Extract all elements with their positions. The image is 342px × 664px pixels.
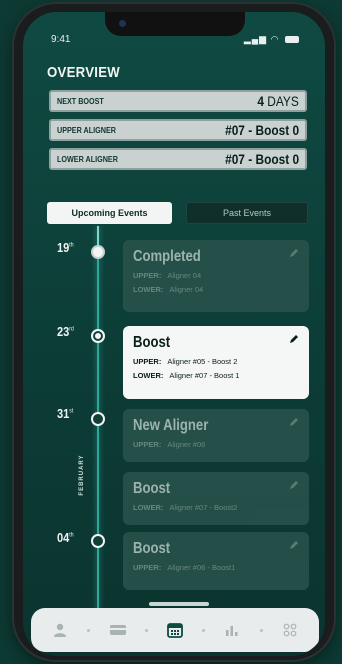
event-line: LOWER: Aligner #07 - Boost 1	[133, 371, 299, 380]
event-line: UPPER: Aligner #06	[133, 440, 299, 449]
profile-icon[interactable]	[49, 619, 71, 641]
event-day-suffix: st	[69, 408, 74, 415]
event-line-value: Aligner 04	[169, 285, 204, 294]
event-day: 19	[57, 240, 70, 255]
battery-icon	[285, 36, 299, 44]
upper-aligner-row: UPPER ALIGNER #07 - Boost 0	[49, 119, 307, 141]
next-boost-label: NEXT BOOST	[57, 96, 104, 106]
event-line-label: UPPER:	[133, 440, 162, 449]
event-line-label: UPPER:	[133, 271, 162, 280]
next-boost-number: 4	[257, 93, 265, 109]
event-line-value: Aligner #06 - Boost1	[167, 563, 236, 572]
next-boost-unit: DAYS	[267, 93, 299, 109]
timeline-line	[97, 226, 99, 626]
upper-aligner-label: UPPER ALIGNER	[57, 125, 116, 135]
page-title: OVERVIEW	[47, 64, 121, 81]
event-date: 31st	[57, 406, 73, 421]
event-day: 31	[57, 406, 70, 421]
event-line-label: LOWER:	[133, 285, 164, 294]
status-icons: ▂▄▆ ◠	[244, 34, 299, 45]
signal-icon: ▂▄▆	[243, 34, 268, 44]
timeline-node-completed	[91, 245, 105, 259]
event-day: 04	[57, 530, 70, 545]
event-card[interactable]: Boost UPPER: Aligner #06 - Boost1	[123, 532, 309, 590]
lower-aligner-label: LOWER ALIGNER	[57, 154, 118, 164]
nav-active-indicator	[149, 602, 209, 606]
timeline-node-current	[91, 329, 105, 343]
event-title: Completed	[133, 248, 201, 265]
next-boost-row: NEXT BOOST 4 DAYS	[49, 90, 307, 112]
bottom-nav	[31, 608, 319, 652]
event-line: UPPER: Aligner #05 - Boost 2	[133, 357, 299, 366]
event-title: Boost	[133, 540, 171, 557]
camera-icon	[119, 20, 126, 27]
event-day: 23	[57, 324, 70, 339]
event-line-value: Aligner 04	[167, 271, 202, 280]
event-line-label: UPPER:	[133, 357, 162, 366]
timeline-node-upcoming	[91, 534, 105, 548]
event-title: Boost	[133, 480, 171, 497]
event-date: 19th	[57, 240, 74, 255]
event-title: Boost	[133, 334, 171, 351]
event-line-label: LOWER:	[133, 371, 164, 380]
event-line-value: Aligner #07 - Boost 1	[169, 371, 240, 380]
event-line-value: Aligner #07 - Boost2	[169, 503, 238, 512]
event-card[interactable]: New Aligner UPPER: Aligner #06	[123, 409, 309, 462]
event-line-value: Aligner #06	[167, 440, 206, 449]
event-line-label: LOWER:	[133, 503, 164, 512]
nav-separator	[202, 628, 206, 632]
lower-aligner-row: LOWER ALIGNER #07 - Boost 0	[49, 148, 307, 170]
event-title: New Aligner	[133, 417, 209, 434]
event-card[interactable]: Completed UPPER: Aligner 04 LOWER: Aligner…	[123, 240, 309, 312]
event-line: LOWER: Aligner #07 - Boost2	[133, 503, 299, 512]
event-day-suffix: th	[69, 242, 74, 249]
wifi-icon: ◠	[270, 34, 280, 44]
pencil-icon[interactable]	[289, 540, 299, 550]
bar-chart-icon[interactable]	[221, 619, 243, 641]
event-date: 23rd	[57, 324, 74, 339]
event-day-suffix: th	[69, 532, 74, 539]
nav-separator	[259, 628, 263, 632]
event-day-suffix: rd	[69, 326, 74, 333]
event-line-value: Aligner #05 - Boost 2	[167, 357, 238, 366]
pencil-icon[interactable]	[289, 417, 299, 427]
event-line-label: UPPER:	[133, 563, 162, 572]
event-card-active[interactable]: Boost UPPER: Aligner #05 - Boost 2 LOWER:…	[123, 326, 309, 399]
month-label: FEBRUARY	[79, 454, 85, 496]
status-time: 9:41	[51, 34, 71, 45]
event-date: 04th	[57, 530, 74, 545]
card-icon[interactable]	[107, 619, 129, 641]
event-line: LOWER: Aligner 04	[133, 285, 299, 294]
lower-aligner-value: #07 - Boost 0	[224, 151, 299, 167]
app-screen: 9:41 ▂▄▆ ◠ OVERVIEW NEXT BOOST 4 DAYS UP…	[23, 12, 325, 656]
pencil-icon[interactable]	[289, 480, 299, 490]
pencil-icon[interactable]	[289, 248, 299, 258]
calendar-icon[interactable]	[164, 619, 186, 641]
next-boost-value: 4 DAYS	[258, 93, 299, 109]
event-line: UPPER: Aligner 04	[133, 271, 299, 280]
event-line: UPPER: Aligner #06 - Boost1	[133, 563, 299, 572]
pencil-icon[interactable]	[289, 334, 299, 344]
timeline-node-upcoming	[91, 412, 105, 426]
tab-upcoming-events[interactable]: Upcoming Events	[47, 202, 172, 224]
nav-separator	[144, 628, 148, 632]
event-card[interactable]: Boost LOWER: Aligner #07 - Boost2	[123, 472, 309, 525]
tab-past-events[interactable]: Past Events	[186, 202, 308, 224]
upper-aligner-value: #07 - Boost 0	[224, 122, 299, 138]
notch	[105, 12, 245, 36]
nav-separator	[87, 628, 91, 632]
grid-icon[interactable]	[279, 619, 301, 641]
